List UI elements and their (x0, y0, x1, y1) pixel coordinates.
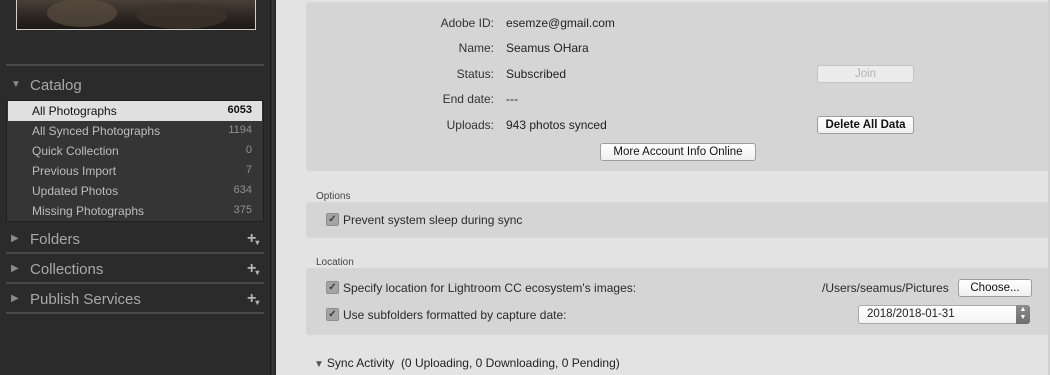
catalog-title: Catalog (30, 77, 82, 94)
catalog-item-all-synced-photographs[interactable]: All Synced Photographs 1194 (8, 121, 262, 141)
status-label: Status: (456, 67, 494, 81)
publish-services-panel-header[interactable]: ▶ Publish Services +▾ (0, 288, 270, 312)
select-stepper-icon: ▲ ▼ (1016, 305, 1030, 324)
left-panel: ▼ Catalog All Photographs 6053 All Synce… (0, 0, 270, 375)
sync-activity-disclosure[interactable]: ▼ Sync Activity (0 Uploading, 0 Downloadi… (314, 356, 620, 370)
adobe-id-label: Adobe ID: (440, 16, 494, 30)
prevent-sleep-checkbox[interactable]: ✓ (326, 213, 339, 226)
prevent-sleep-label: Prevent system sleep during sync (343, 213, 523, 227)
thumbnail-shape (47, 0, 117, 27)
date-format-select[interactable]: 2018/2018-01-31 ▲ ▼ (858, 305, 1030, 324)
add-collection-icon[interactable]: +▾ (247, 260, 260, 278)
sync-activity-label: Sync Activity (326, 356, 395, 370)
thumbnail-shape (137, 3, 227, 29)
panel-divider (6, 282, 264, 284)
catalog-item-previous-import[interactable]: Previous Import 7 (8, 161, 262, 181)
disclosure-right-icon[interactable]: ▶ (11, 293, 19, 304)
catalog-item-label: Missing Photographs (32, 204, 145, 218)
disclosure-down-icon[interactable]: ▼ (11, 79, 21, 90)
publish-services-title: Publish Services (30, 291, 141, 308)
choose-location-button[interactable]: Choose... (958, 279, 1032, 297)
location-section-title: Location (316, 257, 354, 268)
collections-panel-header[interactable]: ▶ Collections +▾ (0, 258, 270, 282)
sync-activity-status: (0 Uploading, 0 Downloading, 0 Pending) (400, 356, 620, 370)
catalog-item-missing-photographs[interactable]: Missing Photographs 375 (8, 201, 262, 221)
catalog-item-count: 634 (233, 184, 252, 196)
use-subfolders-label: Use subfolders formatted by capture date… (343, 308, 567, 322)
catalog-item-label: All Photographs (32, 104, 117, 118)
catalog-item-count: 6053 (227, 104, 252, 116)
disclosure-down-icon[interactable]: ▼ (314, 359, 324, 370)
name-label: Name: (458, 41, 494, 55)
specify-location-checkbox[interactable]: ✓ (326, 281, 339, 294)
date-format-value: 2018/2018-01-31 (867, 308, 955, 320)
use-subfolders-checkbox[interactable]: ✓ (326, 308, 339, 321)
catalog-item-quick-collection[interactable]: Quick Collection 0 (8, 141, 262, 161)
catalog-item-label: All Synced Photographs (32, 124, 161, 138)
catalog-item-count: 7 (245, 164, 252, 176)
disclosure-right-icon[interactable]: ▶ (11, 233, 19, 244)
catalog-item-count: 0 (245, 144, 252, 156)
name-value: Seamus OHara (506, 41, 589, 55)
catalog-item-label: Updated Photos (32, 184, 119, 198)
location-section: ✓ Specify location for Lightroom CC ecos… (306, 268, 1050, 335)
folders-panel-header[interactable]: ▶ Folders +▾ (0, 228, 270, 252)
catalog-item-updated-photos[interactable]: Updated Photos 634 (8, 181, 262, 201)
add-folder-icon[interactable]: +▾ (247, 230, 260, 248)
catalog-item-label: Previous Import (32, 164, 117, 178)
adobe-id-value: esemze@gmail.com (506, 16, 615, 30)
catalog-item-count: 375 (233, 204, 252, 216)
more-account-info-button[interactable]: More Account Info Online (600, 143, 756, 161)
add-publish-service-icon[interactable]: +▾ (247, 290, 260, 308)
catalog-panel-header[interactable]: ▼ Catalog (0, 74, 270, 98)
account-section: Adobe ID: esemze@gmail.com Name: Seamus … (306, 2, 1050, 171)
location-path: /Users/seamus/Pictures (822, 281, 949, 295)
end-date-label: End date: (442, 92, 494, 106)
panel-divider (6, 252, 264, 254)
end-date-value: --- (506, 92, 518, 106)
disclosure-right-icon[interactable]: ▶ (11, 263, 19, 274)
uploads-value: 943 photos synced (506, 118, 607, 132)
specify-location-label: Specify location for Lightroom CC ecosys… (343, 281, 637, 295)
uploads-label: Uploads: (446, 118, 494, 132)
collections-title: Collections (30, 261, 104, 278)
catalog-item-all-photographs[interactable]: All Photographs 6053 (8, 101, 262, 121)
panel-divider (6, 312, 264, 314)
catalog-list: All Photographs 6053 All Synced Photogra… (6, 100, 264, 222)
panel-divider (6, 64, 264, 66)
preferences-lightroom-sync-pane: Adobe ID: esemze@gmail.com Name: Seamus … (276, 0, 1050, 375)
join-button[interactable]: Join (817, 65, 914, 83)
status-value: Subscribed (506, 67, 567, 81)
folders-title: Folders (30, 231, 81, 248)
catalog-item-label: Quick Collection (32, 144, 119, 158)
options-section-title: Options (316, 191, 351, 202)
photo-thumbnail[interactable] (16, 0, 256, 30)
options-section: ✓ Prevent system sleep during sync (306, 202, 1050, 238)
catalog-item-count: 1194 (228, 124, 252, 136)
delete-all-data-button[interactable]: Delete All Data (817, 116, 914, 134)
